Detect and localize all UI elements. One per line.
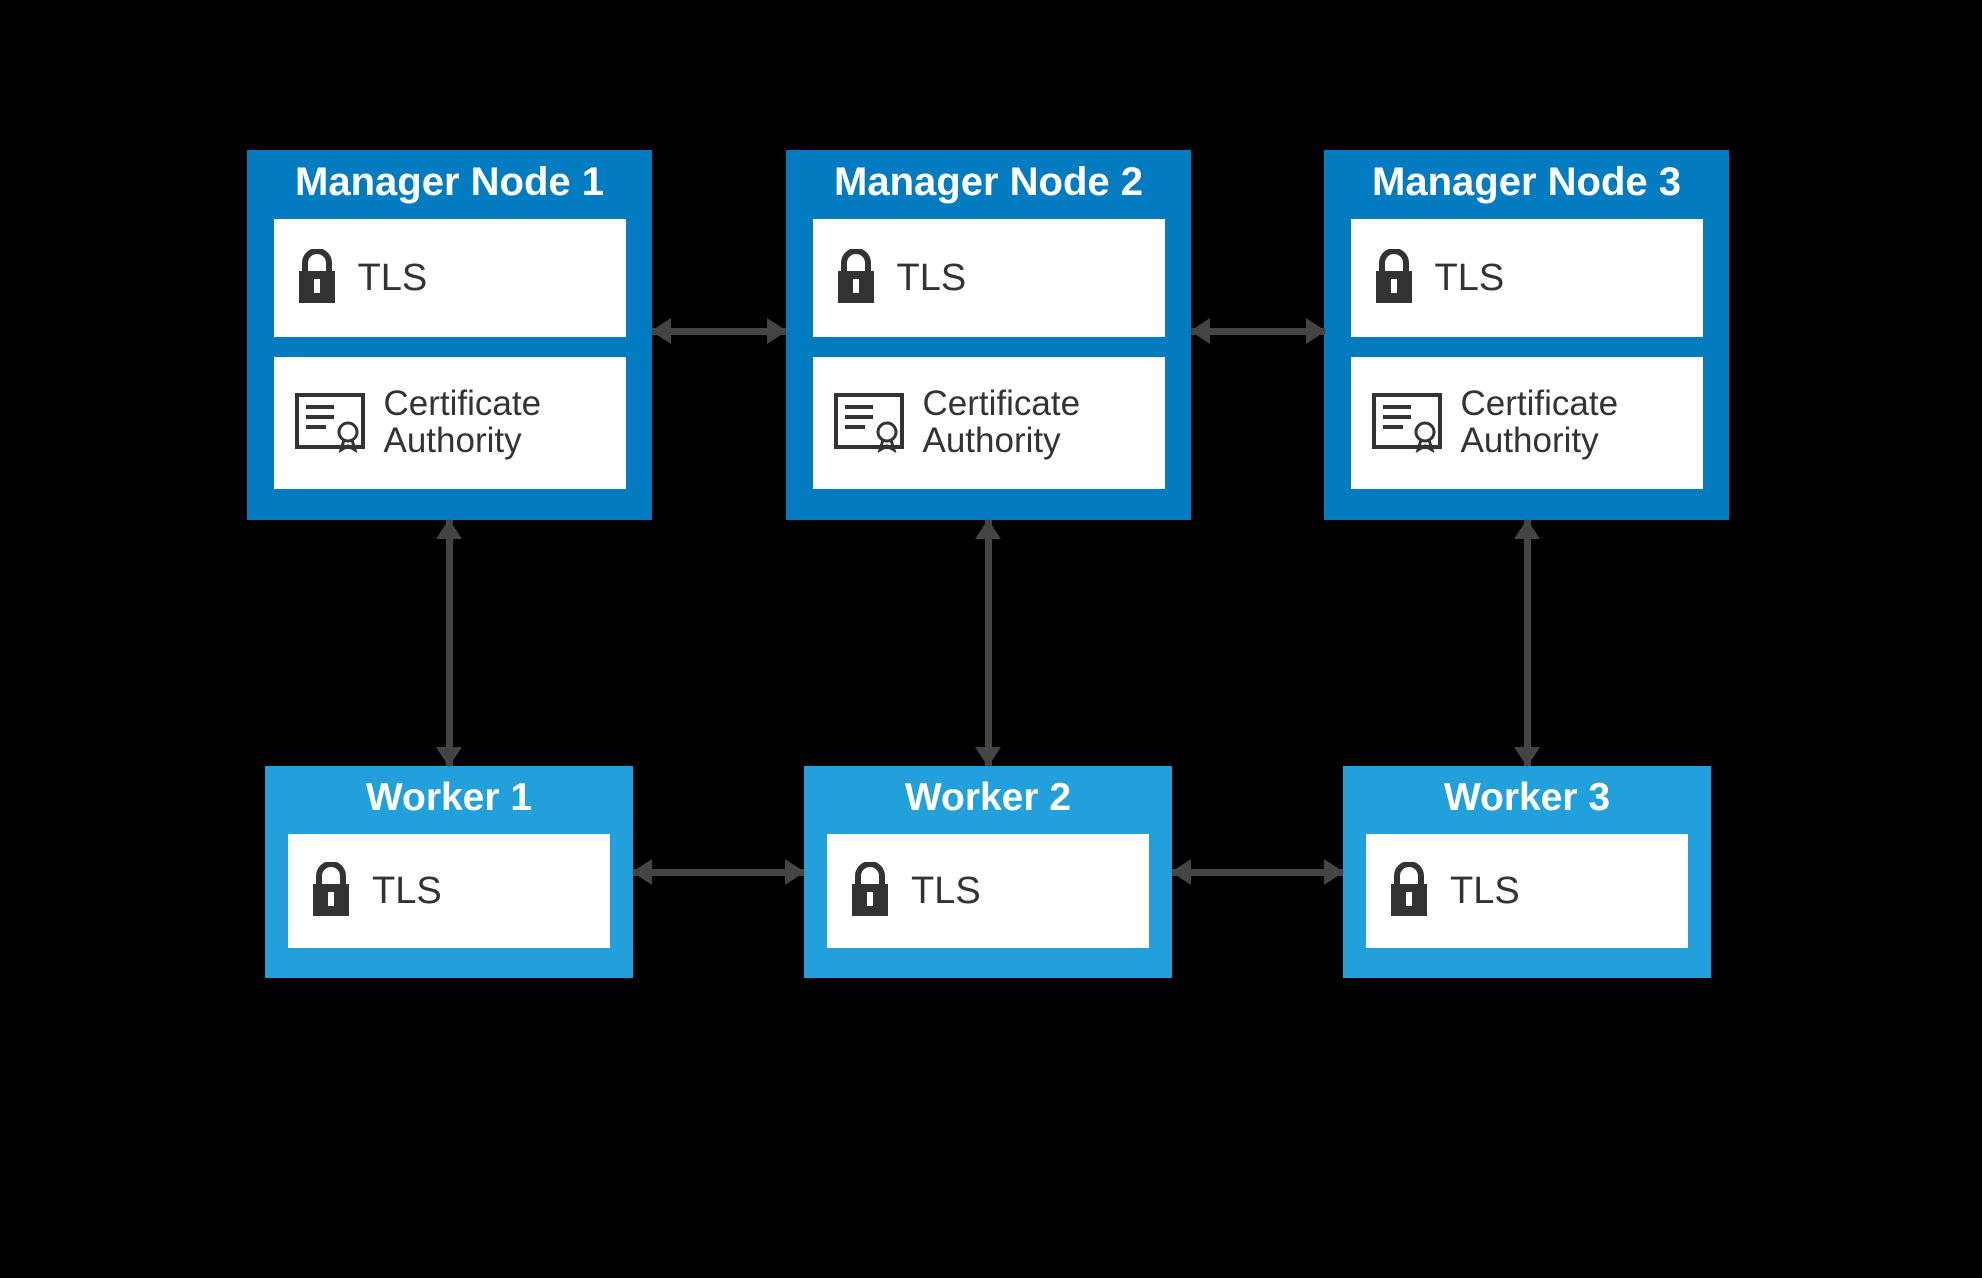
manager-node-2: Manager Node 2 TLS Certificate Authority — [786, 150, 1191, 520]
manager-node-3: Manager Node 3 TLS Certificate Authority — [1324, 150, 1729, 520]
worker-3-title: Worker 3 — [1444, 776, 1610, 820]
manager-2-ca-card: Certificate Authority — [813, 357, 1165, 489]
manager-3-tls-card: TLS — [1351, 219, 1703, 337]
manager-1-ca-label: Certificate Authority — [384, 386, 606, 460]
lock-icon — [1386, 862, 1432, 920]
worker-1-title: Worker 1 — [366, 776, 532, 820]
worker-2-tls-label: TLS — [911, 870, 981, 913]
certificate-icon — [294, 392, 366, 454]
manager-2-tls-label: TLS — [897, 257, 967, 300]
connector-m2-m3 — [1191, 318, 1325, 344]
manager-3-tls-label: TLS — [1435, 257, 1505, 300]
diagram-canvas: Manager Node 1 TLS Certificate Authority… — [239, 150, 1743, 978]
worker-3-tls-card: TLS — [1366, 834, 1688, 948]
manager-node-1: Manager Node 1 TLS Certificate Authority — [247, 150, 652, 520]
manager-2-title: Manager Node 2 — [834, 160, 1143, 205]
manager-1-tls-label: TLS — [358, 257, 428, 300]
lock-icon — [833, 249, 879, 307]
manager-1-title: Manager Node 1 — [295, 160, 604, 205]
connector-m3-w3 — [1514, 520, 1540, 766]
certificate-icon — [1371, 392, 1443, 454]
worker-1-tls-card: TLS — [288, 834, 610, 948]
manager-3-ca-label: Certificate Authority — [1461, 386, 1683, 460]
connector-w2-w3 — [1172, 859, 1343, 885]
manager-3-ca-card: Certificate Authority — [1351, 357, 1703, 489]
connector-m2-w2 — [975, 520, 1001, 766]
worker-node-2: Worker 2 TLS — [804, 766, 1172, 978]
lock-icon — [1371, 249, 1417, 307]
worker-1-tls-label: TLS — [372, 870, 442, 913]
connector-w1-w2 — [633, 859, 804, 885]
lock-icon — [294, 249, 340, 307]
worker-node-3: Worker 3 TLS — [1343, 766, 1711, 978]
worker-2-title: Worker 2 — [905, 776, 1071, 820]
manager-3-title: Manager Node 3 — [1372, 160, 1681, 205]
lock-icon — [847, 862, 893, 920]
lock-icon — [308, 862, 354, 920]
manager-1-tls-card: TLS — [274, 219, 626, 337]
manager-2-ca-label: Certificate Authority — [923, 386, 1145, 460]
manager-1-ca-card: Certificate Authority — [274, 357, 626, 489]
worker-2-tls-card: TLS — [827, 834, 1149, 948]
certificate-icon — [833, 392, 905, 454]
worker-3-tls-label: TLS — [1450, 870, 1520, 913]
manager-2-tls-card: TLS — [813, 219, 1165, 337]
connector-m1-w1 — [436, 520, 462, 766]
connector-m1-m2 — [652, 318, 786, 344]
worker-node-1: Worker 1 TLS — [265, 766, 633, 978]
